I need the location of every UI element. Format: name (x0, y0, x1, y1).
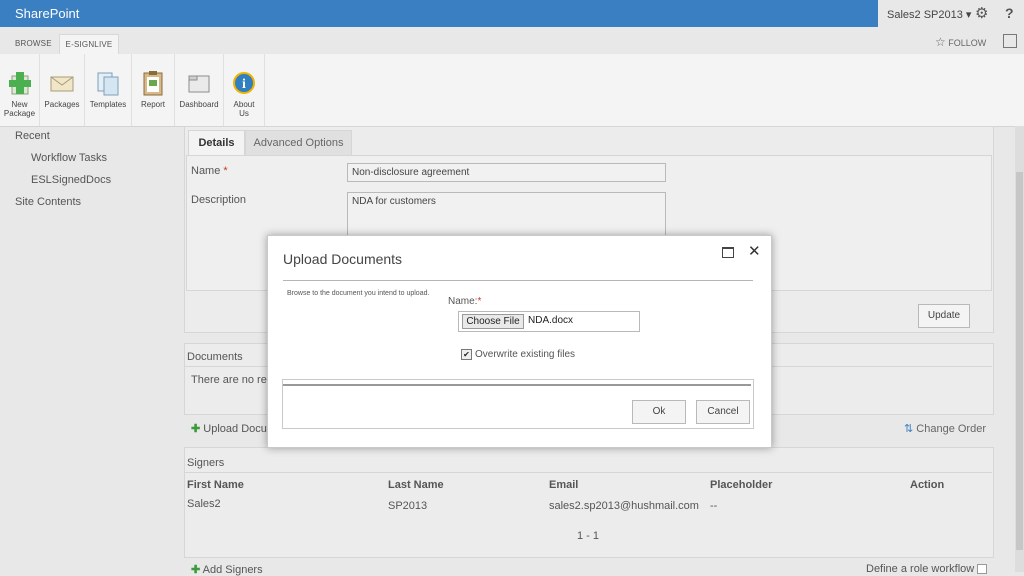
col-last-name[interactable]: Last Name (388, 479, 444, 491)
tab-details[interactable]: Details (188, 130, 245, 155)
page-scrollbar[interactable] (1015, 126, 1024, 572)
svg-text:i: i (242, 77, 246, 92)
about-label-1: About (233, 100, 255, 109)
chevron-down-icon: ▾ (965, 9, 972, 21)
col-placeholder[interactable]: Placeholder (710, 479, 772, 491)
col-first-name[interactable]: First Name (187, 479, 244, 491)
nav-recent[interactable]: Recent (15, 130, 50, 142)
cancel-button[interactable]: Cancel (696, 400, 750, 424)
about-label-2: Us (239, 109, 249, 118)
new-package-label-2: Package (3, 109, 36, 118)
user-name[interactable]: Sales2 SP2013 (887, 9, 963, 21)
col-email[interactable]: Email (549, 479, 578, 491)
documents-empty-text: There are no reco (191, 374, 279, 386)
follow-label: FOLLOW (948, 38, 987, 48)
user-menu[interactable]: Sales2 SP2013 ▾ (887, 8, 971, 21)
upload-documents-label: Upload Docum (203, 423, 277, 435)
define-role-label: Define a role workflow (866, 563, 975, 575)
choose-file-button[interactable]: Choose File (462, 314, 524, 329)
signers-header: Signers (187, 457, 225, 469)
templates-button[interactable]: Templates (85, 54, 132, 126)
description-field[interactable]: NDA for customers (347, 192, 666, 237)
dialog-name-text: Name: (448, 296, 478, 307)
new-package-button[interactable]: New Package (0, 54, 40, 126)
dialog-divider (283, 280, 753, 281)
help-icon[interactable]: ? (1005, 5, 1014, 21)
required-marker: * (223, 165, 228, 177)
sort-icon: ⇅ (904, 423, 914, 435)
packages-icon (50, 76, 74, 92)
dialog-name-label: Name:* (448, 296, 481, 307)
add-signers-label: Add Signers (202, 564, 263, 576)
suite-bar: SharePoint (0, 0, 878, 27)
packages-button[interactable]: Packages (40, 54, 85, 126)
define-role-checkbox[interactable] (977, 564, 988, 575)
signer-last-name: SP2013 (388, 500, 428, 512)
name-field[interactable] (347, 163, 666, 182)
add-icon: ✚ (191, 564, 201, 576)
sharepoint-brand[interactable]: SharePoint (15, 6, 79, 21)
new-package-label-1: New (11, 100, 28, 109)
name-label-text: Name (191, 165, 221, 177)
focus-content-icon[interactable] (1003, 34, 1017, 48)
dialog-title: Upload Documents (283, 251, 403, 267)
report-button[interactable]: Report (132, 54, 175, 126)
suite-right: Sales2 SP2013 ▾ ⚙ ? (878, 0, 1024, 27)
follow-button[interactable]: ☆ FOLLOW (935, 35, 986, 49)
add-icon: ✚ (191, 423, 201, 435)
footer-divider (283, 384, 751, 386)
ok-button[interactable]: Ok (632, 400, 686, 424)
file-input[interactable]: Choose File NDA.docx (458, 311, 640, 332)
description-label: Description (191, 194, 247, 206)
nav-item-eslsigneddocs[interactable]: ESLSignedDocs (31, 174, 111, 186)
dialog-hint: Browse to the document you intend to upl… (287, 290, 430, 297)
signer-first-name: Sales2 (187, 498, 221, 510)
change-order-label: Change Order (916, 423, 986, 435)
packages-label: Packages (44, 100, 80, 109)
change-order-link[interactable]: ⇅ Change Order (904, 422, 986, 435)
tab-browse[interactable]: BROWSE (15, 34, 52, 54)
star-icon: ☆ (935, 35, 946, 49)
nav-site-contents[interactable]: Site Contents (15, 196, 81, 208)
report-label: Report (140, 100, 165, 109)
templates-icon (97, 72, 119, 96)
signers-divider (184, 472, 992, 473)
report-icon (143, 71, 163, 96)
scrollbar-thumb[interactable] (1016, 172, 1023, 550)
overwrite-label[interactable]: Overwrite existing files (475, 349, 575, 360)
signer-placeholder: -- (710, 500, 718, 512)
tab-esignlive[interactable]: E-SIGNLIVE (59, 34, 119, 55)
add-signers-link[interactable]: ✚ Add Signers (191, 563, 263, 576)
pager: 1 - 1 (577, 530, 600, 542)
required-marker: * (477, 296, 482, 307)
dashboard-button[interactable]: Dashboard (175, 54, 224, 126)
templates-label: Templates (89, 100, 127, 109)
upload-documents-dialog: Upload Documents ✕ Browse to the documen… (267, 235, 772, 448)
documents-header: Documents (187, 351, 243, 363)
tab-advanced-options[interactable]: Advanced Options (245, 130, 352, 155)
dashboard-label: Dashboard (179, 100, 219, 109)
name-label: Name * (191, 165, 228, 177)
dashboard-icon (188, 75, 210, 93)
upload-documents-link[interactable]: ✚ Upload Docum (191, 422, 276, 435)
about-icon: i (233, 72, 255, 94)
gear-icon[interactable]: ⚙ (975, 4, 988, 22)
signer-email: sales2.sp2013@hushmail.com (549, 500, 699, 512)
update-button[interactable]: Update (918, 304, 970, 328)
define-role-workflow[interactable]: Define a role workflow (866, 563, 988, 575)
close-icon[interactable]: ✕ (748, 242, 761, 260)
maximize-icon[interactable] (722, 247, 734, 258)
nav-item-workflow-tasks[interactable]: Workflow Tasks (31, 152, 107, 164)
col-action[interactable]: Action (910, 479, 944, 491)
about-us-button[interactable]: i About Us (224, 54, 265, 126)
ribbon: New Package Packages Templates Report Das… (0, 54, 1024, 127)
selected-file-name: NDA.docx (528, 315, 574, 326)
overwrite-checkbox[interactable]: ✔ (461, 349, 472, 360)
new-package-icon (8, 72, 31, 95)
